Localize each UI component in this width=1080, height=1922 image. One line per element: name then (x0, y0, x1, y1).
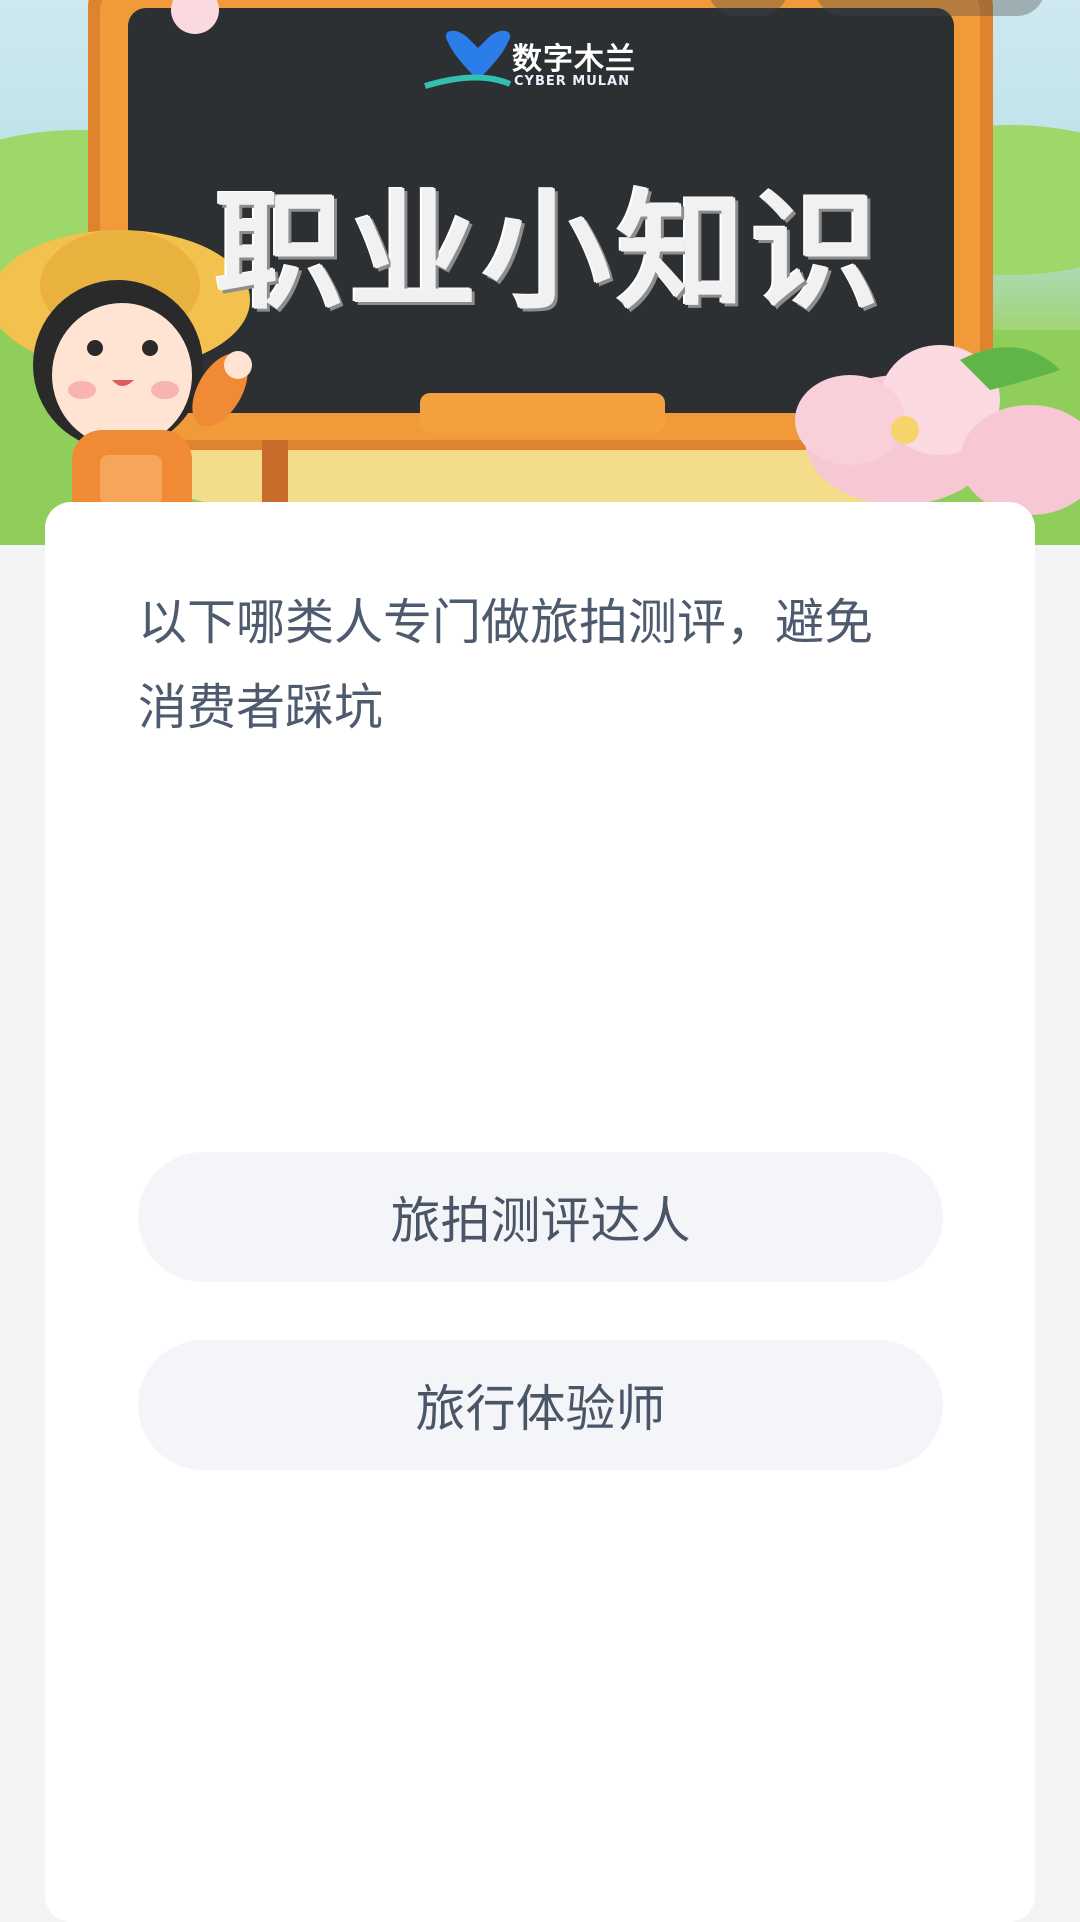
board-title: 职业小知识 (214, 178, 885, 327)
brand-name: 数字木兰 (512, 42, 636, 77)
question-card: 以下哪类人专门做旅拍测评，避免消费者踩坑 旅拍测评达人 旅行体验师 (45, 502, 1035, 1922)
answer-option-a[interactable]: 旅拍测评达人 (138, 1152, 943, 1282)
answer-option-b[interactable]: 旅行体验师 (138, 1340, 943, 1470)
quiz-banner: 数字木兰 CYBER MULAN 职业小知识 (0, 0, 1080, 545)
question-text: 以下哪类人专门做旅拍测评，避免消费者踩坑 (138, 594, 874, 736)
brand-subtitle: CYBER MULAN (514, 74, 630, 89)
